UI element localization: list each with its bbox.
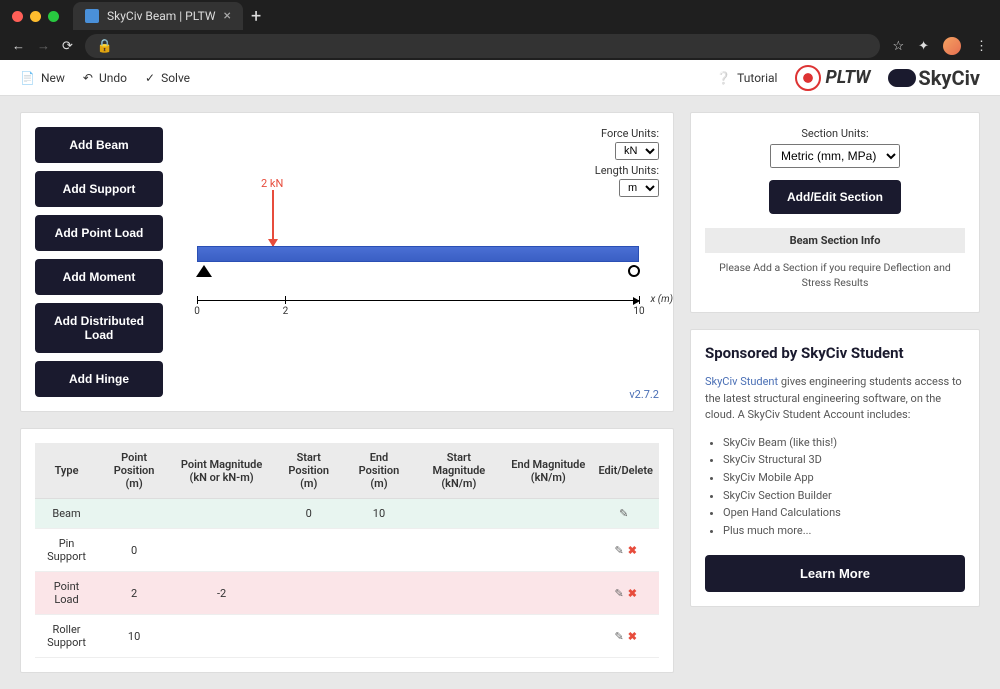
address-bar[interactable]: 🔒: [85, 34, 881, 58]
table-row: Point Load2-2✎✖: [35, 572, 659, 615]
skyciv-logo[interactable]: SkyCiv: [888, 66, 980, 90]
sponsor-panel: Sponsored by SkyCiv Student SkyCiv Stude…: [690, 329, 980, 607]
menu-icon[interactable]: ⋮: [975, 39, 988, 54]
undo-button[interactable]: ↶ Undo: [83, 71, 127, 85]
pin-support-icon: [196, 265, 212, 277]
edit-icon[interactable]: ✎: [619, 507, 628, 520]
skyciv-student-link[interactable]: SkyCiv Student: [705, 375, 778, 388]
table-header: Start Position (m): [273, 443, 344, 499]
point-load-label: 2 kN: [261, 177, 639, 190]
delete-icon[interactable]: ✖: [628, 630, 637, 643]
section-info-header: Beam Section Info: [705, 228, 965, 253]
window-controls: [12, 11, 59, 22]
list-item: SkyCiv Structural 3D: [723, 451, 965, 469]
pltw-logo[interactable]: PLTW: [795, 65, 870, 91]
list-item: SkyCiv Beam (like this!): [723, 434, 965, 452]
beam-editor-panel: Add Beam Add Support Add Point Load Add …: [20, 112, 674, 412]
edit-icon[interactable]: ✎: [615, 544, 624, 557]
tick-0: 0: [194, 306, 200, 317]
edit-icon[interactable]: ✎: [615, 587, 624, 600]
force-units-select[interactable]: kN: [615, 142, 659, 160]
tutorial-button[interactable]: ❔ Tutorial: [716, 71, 777, 85]
section-units-select[interactable]: Metric (mm, MPa): [770, 144, 900, 168]
forward-button[interactable]: →: [37, 38, 50, 54]
section-panel: Section Units: Metric (mm, MPa) Add/Edit…: [690, 112, 980, 313]
add-beam-button[interactable]: Add Beam: [35, 127, 163, 163]
table-header: End Position (m): [344, 443, 413, 499]
table-header: End Magnitude (kN/m): [504, 443, 592, 499]
beam-diagram: 2 kN 0 2 10 x (m): [177, 177, 659, 312]
table-header: Start Magnitude (kN/m): [414, 443, 505, 499]
close-window-icon[interactable]: [12, 11, 23, 22]
lock-icon: 🔒: [97, 39, 113, 54]
roller-support-icon: [628, 265, 640, 277]
app-topbar: 📄 New ↶ Undo ✓ Solve ❔ Tutorial PLTW Sky…: [0, 60, 1000, 96]
check-icon: ✓: [145, 71, 155, 85]
list-item: SkyCiv Section Builder: [723, 487, 965, 505]
length-units-select[interactable]: m: [619, 179, 659, 197]
sponsor-title: Sponsored by SkyCiv Student: [705, 344, 965, 362]
maximize-window-icon[interactable]: [48, 11, 59, 22]
units-controls: Force Units: kN Length Units: m: [595, 127, 659, 201]
list-item: SkyCiv Mobile App: [723, 469, 965, 487]
delete-icon[interactable]: ✖: [628, 544, 637, 557]
cloud-icon: [888, 69, 916, 87]
sponsor-desc: SkyCiv Student gives engineering student…: [705, 374, 965, 424]
star-icon[interactable]: ☆: [892, 39, 904, 54]
sponsor-list: SkyCiv Beam (like this!)SkyCiv Structura…: [723, 434, 965, 540]
atom-icon: [795, 65, 821, 91]
point-load-arrow-icon: [272, 190, 274, 246]
section-info-body: Please Add a Section if you require Defl…: [705, 253, 965, 298]
browser-tab[interactable]: SkyCiv Beam | PLTW ×: [73, 2, 243, 30]
list-item: Open Hand Calculations: [723, 504, 965, 522]
add-moment-button[interactable]: Add Moment: [35, 259, 163, 295]
add-distributed-load-button[interactable]: Add Distributed Load: [35, 303, 163, 353]
table-row: Pin Support0✎✖: [35, 529, 659, 572]
tick-10: 10: [633, 306, 644, 317]
elements-table-panel: TypePoint Position (m)Point Magnitude (k…: [20, 428, 674, 673]
add-support-button[interactable]: Add Support: [35, 171, 163, 207]
section-units-label: Section Units:: [705, 127, 965, 140]
x-axis: 0 2 10 x (m): [197, 292, 639, 312]
add-edit-section-button[interactable]: Add/Edit Section: [769, 180, 901, 214]
extensions-icon[interactable]: ✦: [918, 39, 929, 54]
beam-bar: [197, 246, 639, 262]
close-tab-icon[interactable]: ×: [224, 8, 231, 24]
axis-label: x (m): [651, 294, 673, 305]
table-header: Type: [35, 443, 98, 499]
force-units-label: Force Units:: [595, 127, 659, 140]
actions-column: Add Beam Add Support Add Point Load Add …: [35, 127, 163, 397]
delete-icon[interactable]: ✖: [628, 587, 637, 600]
reload-button[interactable]: ⟳: [62, 39, 73, 54]
table-header: Point Magnitude (kN or kN-m): [170, 443, 273, 499]
table-header: Point Position (m): [98, 443, 170, 499]
length-units-label: Length Units:: [595, 164, 659, 177]
back-button[interactable]: ←: [12, 38, 25, 54]
undo-icon: ↶: [83, 71, 93, 85]
favicon-icon: [85, 9, 99, 23]
add-point-load-button[interactable]: Add Point Load: [35, 215, 163, 251]
solve-button[interactable]: ✓ Solve: [145, 71, 190, 85]
elements-table: TypePoint Position (m)Point Magnitude (k…: [35, 443, 659, 658]
file-icon: 📄: [20, 71, 35, 85]
table-row: Roller Support10✎✖: [35, 615, 659, 658]
version-label: v2.7.2: [629, 388, 659, 401]
new-tab-button[interactable]: +: [251, 6, 261, 27]
add-hinge-button[interactable]: Add Hinge: [35, 361, 163, 397]
tab-title: SkyCiv Beam | PLTW: [107, 9, 216, 23]
tick-2: 2: [283, 306, 289, 317]
table-header: Edit/Delete: [592, 443, 659, 499]
browser-chrome: SkyCiv Beam | PLTW × + ← → ⟳ 🔒 ☆ ✦ ⋮: [0, 0, 1000, 60]
beam-canvas: Force Units: kN Length Units: m 2 kN: [177, 127, 659, 397]
minimize-window-icon[interactable]: [30, 11, 41, 22]
table-row: Beam010✎: [35, 499, 659, 529]
new-button[interactable]: 📄 New: [20, 71, 65, 85]
edit-icon[interactable]: ✎: [615, 630, 624, 643]
learn-more-button[interactable]: Learn More: [705, 555, 965, 592]
help-icon: ❔: [716, 71, 731, 85]
profile-avatar[interactable]: [943, 37, 961, 55]
list-item: Plus much more...: [723, 522, 965, 540]
